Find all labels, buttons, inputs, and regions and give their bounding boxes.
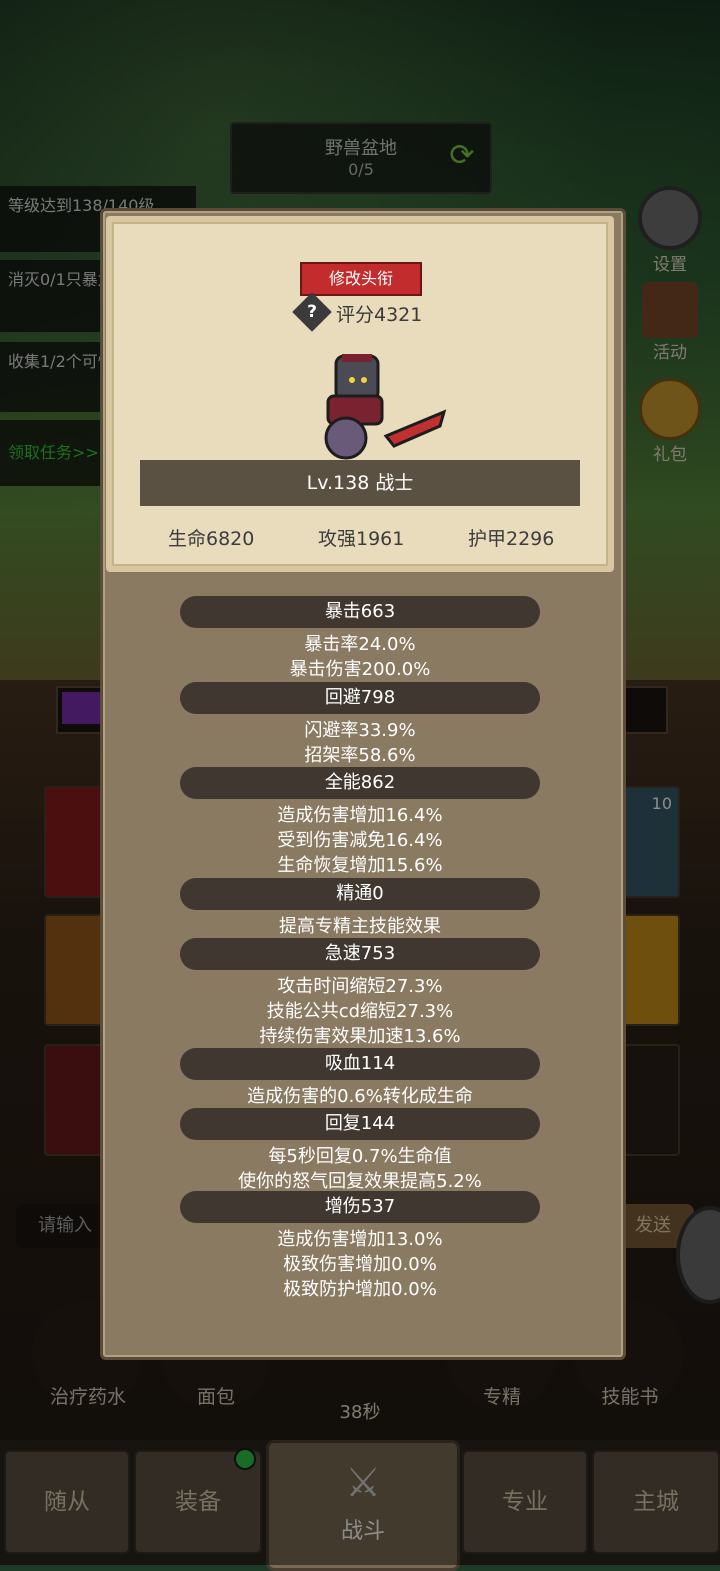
hp-stat: 生命6820 <box>168 528 255 550</box>
stat-line: 暴击伤害200.0% <box>289 659 431 680</box>
stat-category: 回复144 <box>180 1108 540 1140</box>
score: 评分4321 <box>336 304 423 326</box>
help-symbol: ? <box>307 302 317 322</box>
stat-line: 暴击率24.0% <box>304 634 416 655</box>
stat-line: 受到伤害减免16.4% <box>277 830 443 851</box>
stat-category: 吸血114 <box>180 1048 540 1080</box>
stat-line: 闪避率33.9% <box>304 720 416 741</box>
stat-line: 攻击时间缩短27.3% <box>277 976 443 997</box>
stat-category: 增伤537 <box>180 1191 540 1223</box>
stat-line: 提高专精主技能效果 <box>279 916 441 937</box>
stat-category: 全能862 <box>180 767 540 799</box>
stat-category: 回避798 <box>180 682 540 714</box>
warrior-avatar <box>324 354 447 460</box>
attack-stat: 攻强1961 <box>318 528 405 550</box>
stat-line: 每5秒回复0.7%生命值 <box>268 1146 452 1167</box>
stat-line: 生命恢复增加15.6% <box>277 855 443 876</box>
character-name-bar: Lv.138 战士 <box>140 460 580 506</box>
armor-stat: 护甲2296 <box>468 528 555 550</box>
change-title-button[interactable]: 修改头衔 <box>300 262 422 296</box>
stat-category: 暴击663 <box>180 596 540 628</box>
stat-line: 造成伤害增加16.4% <box>277 805 443 826</box>
stat-line: 招架率58.6% <box>304 745 416 766</box>
stat-category: 急速753 <box>180 938 540 970</box>
stat-line: 造成伤害的0.6%转化成生命 <box>247 1086 473 1107</box>
stat-line: 技能公共cd缩短27.3% <box>266 1001 454 1022</box>
stat-category: 精通0 <box>180 878 540 910</box>
stat-line: 持续伤害效果加速13.6% <box>259 1026 461 1047</box>
stat-line: 极致伤害增加0.0% <box>283 1254 437 1275</box>
stat-line: 极致防护增加0.0% <box>283 1279 437 1300</box>
stat-line: 造成伤害增加13.0% <box>277 1229 443 1250</box>
stat-line: 使你的怒气回复效果提高5.2% <box>238 1171 482 1192</box>
